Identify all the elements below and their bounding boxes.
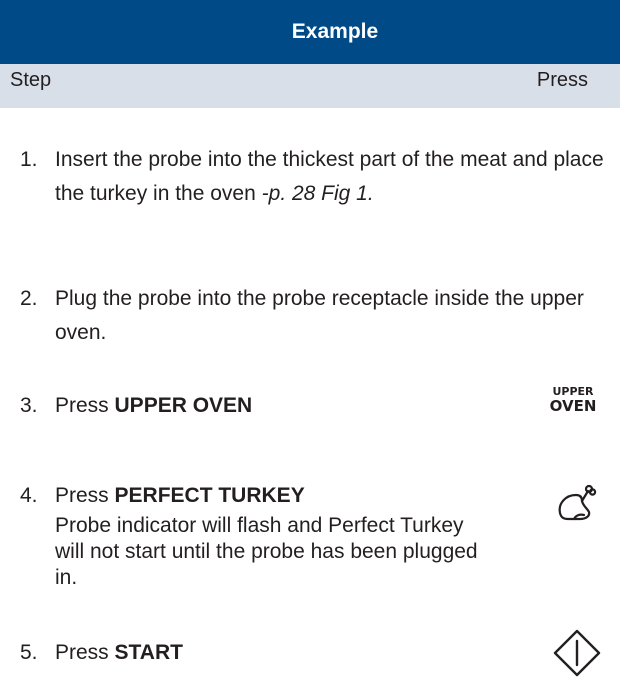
step-3: 3. Press UPPER OVEN bbox=[20, 389, 605, 425]
step-number: 3. bbox=[20, 394, 38, 417]
page-reference: -p. 28 Fig 1. bbox=[261, 182, 374, 205]
step-prefix: Press bbox=[55, 394, 115, 417]
column-header-bar: Step Press bbox=[0, 64, 620, 108]
step-text: Plug the probe into the probe receptacle… bbox=[55, 282, 605, 350]
press-column-label: Press bbox=[536, 69, 588, 91]
step-1: 1. Insert the probe into the thickest pa… bbox=[20, 143, 605, 253]
start-icon bbox=[552, 628, 602, 683]
step-detail: Probe indicator will flash and Perfect T… bbox=[55, 514, 478, 589]
step-prefix: Press bbox=[55, 641, 115, 664]
header-title: Example bbox=[291, 20, 379, 43]
step-number: 5. bbox=[20, 641, 38, 664]
step-number: 2. bbox=[20, 287, 38, 310]
step-5: 5. Press START bbox=[20, 636, 605, 672]
example-header: Example bbox=[0, 0, 620, 64]
key-name: START bbox=[114, 641, 183, 664]
icon-line-2: OVEN bbox=[549, 397, 597, 415]
turkey-icon bbox=[554, 481, 598, 530]
step-2: 2. Plug the probe into the probe recepta… bbox=[20, 282, 605, 352]
step-prefix: Press bbox=[55, 484, 115, 507]
step-text: Press START bbox=[55, 636, 605, 670]
step-text: Press UPPER OVEN bbox=[55, 389, 605, 423]
step-number: 4. bbox=[20, 484, 38, 507]
step-text: Press PERFECT TURKEY Probe indicator wil… bbox=[55, 479, 605, 591]
key-name: PERFECT TURKEY bbox=[114, 484, 305, 507]
key-name: UPPER OVEN bbox=[114, 394, 253, 417]
step-instruction: Plug the probe into the probe receptacle… bbox=[55, 287, 584, 344]
step-column-label: Step bbox=[10, 69, 52, 91]
step-text: Insert the probe into the thickest part … bbox=[55, 143, 605, 211]
step-4: 4. Press PERFECT TURKEY Probe indicator … bbox=[20, 479, 605, 609]
upper-oven-button-icon: UPPER OVEN bbox=[548, 385, 598, 415]
step-number: 1. bbox=[20, 148, 38, 171]
